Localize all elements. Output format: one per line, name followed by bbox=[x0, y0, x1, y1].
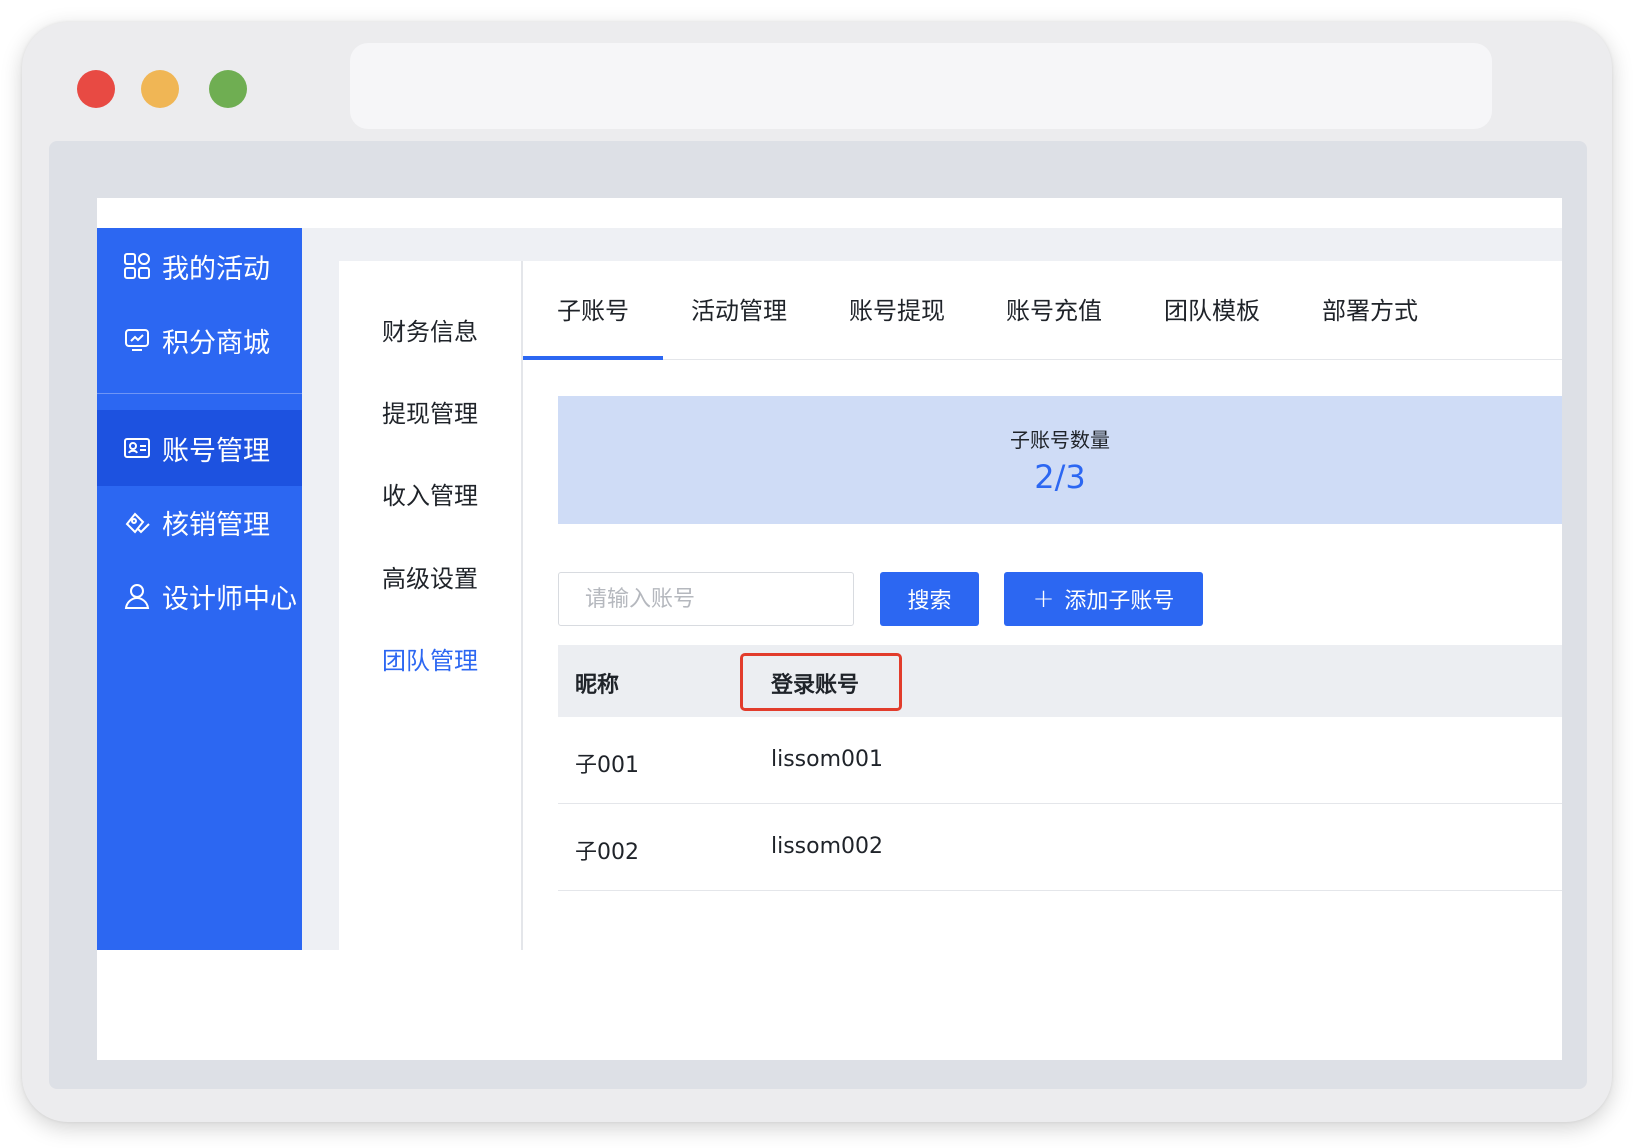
tab-account-recharge[interactable]: 账号充值 bbox=[1006, 291, 1102, 326]
plus-icon: + bbox=[1032, 584, 1055, 614]
submenu-item-advanced-settings[interactable]: 高级设置 bbox=[339, 559, 521, 594]
sidebar-item-points-mall[interactable]: 积分商城 bbox=[97, 302, 302, 378]
secondary-menu: 财务信息 提现管理 收入管理 高级设置 团队管理 bbox=[339, 261, 523, 950]
search-button-label: 搜索 bbox=[907, 589, 952, 614]
sidebar-item-label: 核销管理 bbox=[162, 509, 270, 541]
tab-deployment[interactable]: 部署方式 bbox=[1322, 291, 1418, 326]
add-sub-account-button[interactable]: + 添加子账号 bbox=[1004, 572, 1203, 626]
stat-value: 2/3 bbox=[1034, 458, 1086, 496]
account-search-input[interactable] bbox=[558, 572, 854, 626]
sidebar-item-verification[interactable]: 核销管理 bbox=[97, 484, 302, 560]
cell-nickname: 子001 bbox=[575, 753, 639, 778]
table-header: 昵称 登录账号 bbox=[558, 645, 1562, 717]
browser-viewport: 我的活动 积分商城 账号管理 核销管理 设计师中心 财务信息 提现管理 收入管理… bbox=[49, 141, 1587, 1089]
stat-label: 子账号数量 bbox=[1010, 428, 1110, 452]
annotation-highlight-box bbox=[740, 653, 902, 711]
sub-account-count-card: 子账号数量 2/3 bbox=[558, 396, 1562, 524]
verify-icon bbox=[122, 507, 152, 537]
app-screen: 我的活动 积分商城 账号管理 核销管理 设计师中心 财务信息 提现管理 收入管理… bbox=[97, 198, 1562, 1060]
sidebar-item-my-activities[interactable]: 我的活动 bbox=[97, 228, 302, 304]
cell-nickname: 子002 bbox=[575, 840, 639, 865]
sidebar-item-label: 我的活动 bbox=[162, 253, 270, 285]
tab-activity-management[interactable]: 活动管理 bbox=[691, 291, 787, 326]
sidebar-divider bbox=[97, 393, 302, 394]
sidebar-item-label: 设计师中心 bbox=[162, 583, 297, 615]
add-button-label: 添加子账号 bbox=[1064, 589, 1175, 614]
table-row[interactable]: 子001 lissom001 bbox=[558, 717, 1562, 804]
browser-window: 我的活动 积分商城 账号管理 核销管理 设计师中心 财务信息 提现管理 收入管理… bbox=[22, 22, 1612, 1122]
sidebar-item-designer-center[interactable]: 设计师中心 bbox=[97, 558, 302, 634]
user-icon bbox=[122, 581, 152, 611]
active-tab-indicator bbox=[523, 356, 663, 360]
window-minimize-button[interactable] bbox=[141, 70, 179, 108]
window-maximize-button[interactable] bbox=[209, 70, 247, 108]
submenu-item-withdraw-management[interactable]: 提现管理 bbox=[339, 394, 521, 429]
id-card-icon bbox=[122, 433, 152, 463]
window-close-button[interactable] bbox=[77, 70, 115, 108]
sidebar-item-label: 账号管理 bbox=[162, 435, 270, 467]
cell-login-account: lissom002 bbox=[771, 834, 884, 859]
left-sidebar: 我的活动 积分商城 账号管理 核销管理 设计师中心 bbox=[97, 228, 302, 950]
submenu-item-finance-info[interactable]: 财务信息 bbox=[339, 312, 521, 347]
submenu-item-income-management[interactable]: 收入管理 bbox=[339, 476, 521, 511]
sidebar-item-account-management[interactable]: 账号管理 bbox=[97, 410, 302, 486]
cell-login-account: lissom001 bbox=[771, 747, 884, 772]
grid-icon bbox=[122, 251, 152, 281]
column-header-nickname: 昵称 bbox=[575, 673, 620, 698]
main-content: 子账号 活动管理 账号提现 账号充值 团队模板 部署方式 子账号数量 2/3 搜… bbox=[523, 261, 1562, 950]
tab-bar: 子账号 活动管理 账号提现 账号充值 团队模板 部署方式 bbox=[523, 261, 1562, 360]
search-button[interactable]: 搜索 bbox=[880, 572, 979, 626]
tab-sub-accounts[interactable]: 子账号 bbox=[557, 291, 629, 326]
tab-account-withdraw[interactable]: 账号提现 bbox=[849, 291, 945, 326]
submenu-item-team-management[interactable]: 团队管理 bbox=[339, 641, 521, 676]
table-row[interactable]: 子002 lissom002 bbox=[558, 804, 1562, 891]
tab-team-templates[interactable]: 团队模板 bbox=[1164, 291, 1260, 326]
chart-icon bbox=[122, 325, 152, 355]
address-bar[interactable] bbox=[350, 43, 1492, 129]
sidebar-item-label: 积分商城 bbox=[162, 327, 270, 359]
